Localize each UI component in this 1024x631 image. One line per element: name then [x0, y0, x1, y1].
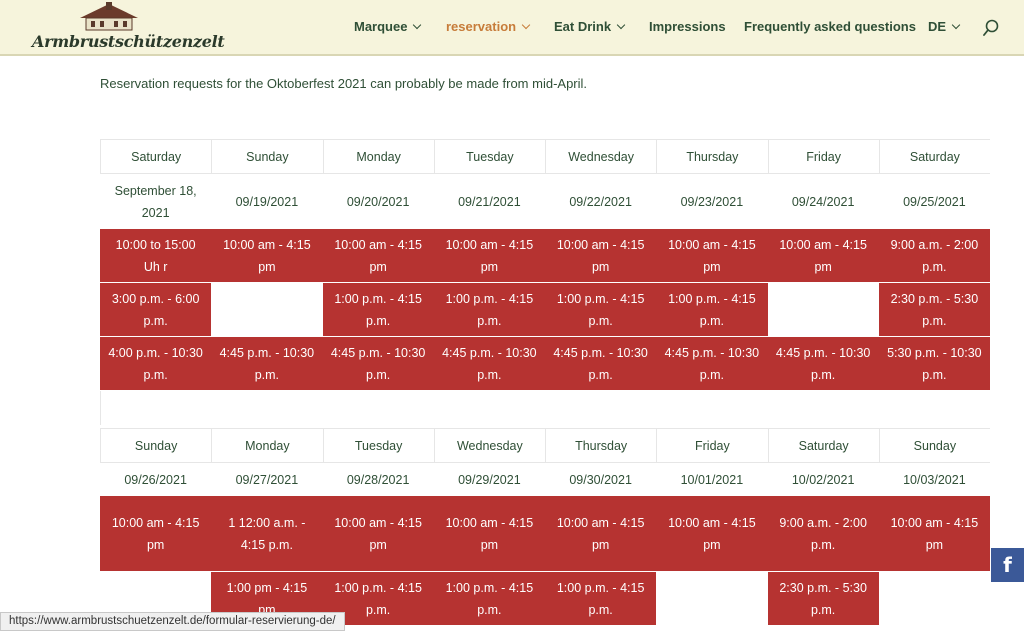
nav-label: Eat Drink — [554, 19, 612, 34]
nav-label: Frequently asked questions — [744, 19, 916, 34]
reservation-intro: Reservation requests for the Oktoberfest… — [100, 76, 588, 91]
facebook-share-button[interactable]: f — [991, 548, 1024, 582]
time-slot[interactable]: 10:00 am - 4:15 pm — [100, 496, 212, 572]
time-slot[interactable]: 4:45 p.m. - 10:30 p.m. — [433, 337, 545, 391]
time-slot[interactable]: 4:45 p.m. - 10:30 p.m. — [211, 337, 323, 391]
time-slot[interactable]: 1:00 p.m. - 4:15 p.m. — [656, 283, 768, 337]
day-header: Wednesday — [545, 139, 657, 173]
tent-building-icon — [80, 2, 138, 31]
time-slot[interactable]: 10:00 am - 4:15 pm — [767, 229, 879, 283]
day-header: Saturday — [100, 139, 212, 173]
nav-language[interactable]: DE — [928, 19, 961, 34]
time-slot[interactable]: 10:00 am - 4:15 pm — [545, 496, 657, 572]
day-header: Tuesday — [322, 428, 434, 462]
day-header: Sunday — [878, 428, 990, 462]
calendar-week-2: Sunday Monday Tuesday Wednesday Thursday Frid… — [100, 428, 990, 626]
date-cell: 10/01/2021 — [656, 462, 768, 496]
day-header: Monday — [322, 139, 434, 173]
time-slot[interactable]: 1:00 p.m. - 4:15 p.m. — [433, 283, 545, 337]
nav-faq[interactable]: Frequently asked questions — [744, 19, 916, 34]
date-cell: 10/02/2021 — [767, 462, 879, 496]
week-spacer — [100, 391, 990, 425]
date-cell: 09/27/2021 — [211, 462, 323, 496]
time-slot[interactable]: 1:00 p.m. - 4:15 p.m. — [545, 572, 657, 626]
site-logo[interactable]: Armbrustschützenzelt — [30, 2, 225, 52]
time-slot[interactable]: 3:00 p.m. - 6:00 p.m. — [100, 283, 212, 337]
empty-slot — [767, 283, 879, 337]
time-slot[interactable]: 10:00 am - 4:15 pm — [545, 229, 657, 283]
chevron-down-icon — [951, 20, 961, 30]
day-header: Saturday — [878, 139, 990, 173]
empty-slot — [211, 283, 323, 337]
time-slot[interactable]: 1:00 p.m. - 4:15 p.m. — [545, 283, 657, 337]
time-slot[interactable]: 5:30 p.m. - 10:30 p.m. — [878, 337, 990, 391]
nav-label: Impressions — [649, 19, 726, 34]
search-icon[interactable] — [983, 19, 999, 37]
time-slot[interactable]: 4:45 p.m. - 10:30 p.m. — [545, 337, 657, 391]
time-slot[interactable]: 9:00 a.m. - 2:00 p.m. — [767, 496, 879, 572]
day-header: Saturday — [767, 428, 879, 462]
date-cell: 09/21/2021 — [433, 173, 545, 229]
date-cell: 09/28/2021 — [322, 462, 434, 496]
time-slot[interactable]: 4:45 p.m. - 10:30 p.m. — [767, 337, 879, 391]
time-slot[interactable]: 2:30 p.m. - 5:30 p.m. — [878, 283, 990, 337]
time-slot[interactable]: 2:30 p.m. - 5:30 p.m. — [767, 572, 879, 626]
date-cell: 09/26/2021 — [100, 462, 212, 496]
nav-impressions[interactable]: Impressions — [649, 19, 726, 34]
day-header: Friday — [656, 428, 768, 462]
time-slot[interactable]: 10:00 am - 4:15 pm — [433, 496, 545, 572]
day-header: Thursday — [656, 139, 768, 173]
empty-slot — [656, 572, 768, 626]
time-slot[interactable]: 10:00 to 15:00 Uh r — [100, 229, 212, 283]
nav-label: reservation — [446, 19, 517, 34]
day-header: Thursday — [545, 428, 657, 462]
time-slot[interactable]: 10:00 am - 4:15 pm — [656, 496, 768, 572]
chevron-down-icon — [521, 20, 531, 30]
date-cell: 09/19/2021 — [211, 173, 323, 229]
date-cell: 09/20/2021 — [322, 173, 434, 229]
date-cell: 09/29/2021 — [433, 462, 545, 496]
date-cell: 09/22/2021 — [545, 173, 657, 229]
facebook-icon: f — [1003, 553, 1012, 577]
time-slot[interactable]: 4:00 p.m. - 10:30 p.m. — [100, 337, 212, 391]
time-slot[interactable]: 10:00 am - 4:15 pm — [211, 229, 323, 283]
time-slot[interactable]: 10:00 am - 4:15 pm — [322, 229, 434, 283]
nav-label: DE — [928, 19, 947, 34]
nav-eat-drink[interactable]: Eat Drink — [554, 19, 626, 34]
time-slot[interactable]: 1:00 p.m. - 4:15 p.m. — [433, 572, 545, 626]
date-cell: September 18, 2021 — [100, 173, 212, 229]
date-cell: 10/03/2021 — [878, 462, 990, 496]
day-header: Friday — [767, 139, 879, 173]
time-slot[interactable]: 1 12:00 a.m. - 4:15 p.m. — [211, 496, 323, 572]
date-cell: 09/23/2021 — [656, 173, 768, 229]
time-slot[interactable]: 10:00 am - 4:15 pm — [878, 496, 990, 572]
nav-label: Marquee — [354, 19, 408, 34]
time-slot[interactable]: 4:45 p.m. - 10:30 p.m. — [656, 337, 768, 391]
calendar-week-1: Saturday Sunday Monday Tuesday Wednesday Thur… — [100, 139, 990, 425]
time-slot[interactable]: 4:45 p.m. - 10:30 p.m. — [322, 337, 434, 391]
chevron-down-icon — [616, 20, 626, 30]
nav-reservation[interactable]: reservation — [446, 19, 531, 34]
date-cell: 09/25/2021 — [878, 173, 990, 229]
day-header: Tuesday — [433, 139, 545, 173]
site-header: Armbrustschützenzelt Marquee reservation… — [0, 0, 1024, 56]
day-header: Sunday — [100, 428, 212, 462]
day-header: Monday — [211, 428, 323, 462]
date-cell: 09/30/2021 — [545, 462, 657, 496]
empty-slot — [878, 572, 990, 626]
date-cell: 09/24/2021 — [767, 173, 879, 229]
day-header: Wednesday — [433, 428, 545, 462]
day-header: Sunday — [211, 139, 323, 173]
status-bar-url: https://www.armbrustschuetzenzelt.de/for… — [0, 612, 345, 631]
chevron-down-icon — [413, 20, 422, 30]
time-slot[interactable]: 1:00 p.m. - 4:15 p.m. — [322, 283, 434, 337]
time-slot[interactable]: 10:00 am - 4:15 pm — [656, 229, 768, 283]
time-slot[interactable]: 10:00 am - 4:15 pm — [433, 229, 545, 283]
logo-text: Armbrustschützenzelt — [32, 32, 225, 51]
time-slot[interactable]: 10:00 am - 4:15 pm — [322, 496, 434, 572]
time-slot[interactable]: 9:00 a.m. - 2:00 p.m. — [878, 229, 990, 283]
nav-marquee[interactable]: Marquee — [354, 19, 422, 34]
